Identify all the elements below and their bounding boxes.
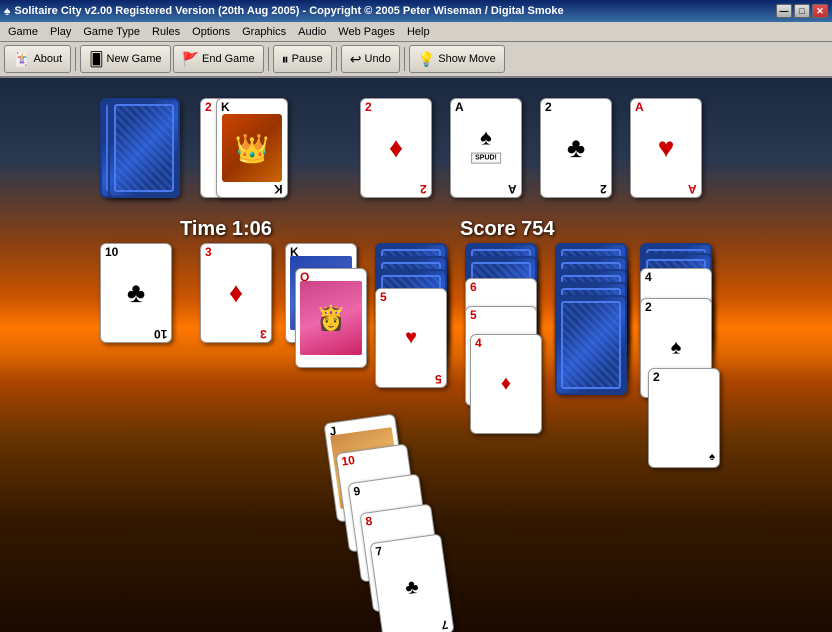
- card-value: K: [221, 101, 230, 113]
- pause-icon: ⏸: [282, 51, 289, 68]
- menu-bar: Game Play Game Type Rules Options Graphi…: [0, 22, 832, 42]
- new-game-label: New Game: [107, 53, 162, 65]
- waste-card-king[interactable]: K 👑 K: [216, 98, 288, 198]
- card-value-bottom: 5: [435, 373, 442, 385]
- card-value: 10: [341, 454, 356, 468]
- toolbar-separator-4: [404, 47, 405, 71]
- toolbar-separator-2: [268, 47, 269, 71]
- toolbar-separator-1: [75, 47, 76, 71]
- card-suit: ♥: [658, 132, 675, 164]
- card-value-bottom: 2: [420, 183, 427, 195]
- card-value-bottom: A: [688, 183, 697, 195]
- toolbar-separator-3: [336, 47, 337, 71]
- new-game-icon: 🂠: [89, 51, 103, 68]
- score-display: Score 754: [460, 218, 555, 241]
- show-move-icon: 💡: [418, 51, 435, 68]
- game-area[interactable]: Time 1:06 Score 754 2 ♥ 2 K 👑 K 2 ♦ 2 A …: [0, 78, 832, 632]
- card-value: 10: [105, 246, 118, 258]
- diagonal-7c[interactable]: 7 ♣ 7: [369, 533, 454, 632]
- card-value-bottom: A: [508, 183, 517, 195]
- menu-graphics[interactable]: Graphics: [236, 22, 292, 41]
- menu-game[interactable]: Game: [2, 22, 44, 41]
- tableau-1-card-1[interactable]: 10 ♣ 10: [100, 243, 172, 343]
- about-button[interactable]: 🃏 About: [4, 45, 71, 73]
- card-value: 4: [645, 271, 652, 283]
- card-value: A: [635, 101, 644, 113]
- card-value: 7: [375, 545, 383, 558]
- menu-audio[interactable]: Audio: [292, 22, 332, 41]
- card-suit: ♣: [127, 277, 145, 309]
- end-game-label: End Game: [202, 53, 255, 65]
- tableau-2-card-1[interactable]: 3 ♦ 3: [200, 243, 272, 343]
- card-value: 5: [380, 291, 387, 303]
- card-value: 6: [470, 281, 477, 293]
- app-icon: ♠: [4, 4, 10, 18]
- card-suit: ♣: [404, 576, 420, 601]
- undo-icon: ↩: [350, 51, 362, 68]
- card-suit: ♦: [501, 373, 511, 396]
- close-button[interactable]: ✕: [812, 4, 828, 18]
- card-value: 4: [475, 337, 482, 349]
- undo-label: Undo: [365, 53, 391, 65]
- tableau-5-card-4d[interactable]: 4 ♦: [470, 334, 542, 434]
- about-label: About: [33, 53, 62, 65]
- card-suit: ♣: [567, 132, 585, 164]
- title-text: Solitaire City v2.00 Registered Version …: [14, 5, 776, 17]
- minimize-button[interactable]: —: [776, 4, 792, 18]
- card-value: 2: [653, 371, 660, 383]
- new-game-button[interactable]: 🂠 New Game: [80, 45, 170, 73]
- show-move-button[interactable]: 💡 Show Move: [409, 45, 505, 73]
- title-bar: ♠ Solitaire City v2.00 Registered Versio…: [0, 0, 832, 22]
- tableau-7-card-2s-2[interactable]: 2 ♠: [648, 368, 720, 468]
- menu-play[interactable]: Play: [44, 22, 77, 41]
- foundation-1[interactable]: 2 ♦ 2: [360, 98, 432, 198]
- menu-web-pages[interactable]: Web Pages: [332, 22, 401, 41]
- maximize-button[interactable]: □: [794, 4, 810, 18]
- about-icon: 🃏: [13, 51, 30, 68]
- window-controls: — □ ✕: [776, 4, 828, 18]
- card-value: 3: [205, 246, 212, 258]
- card-value: 2: [205, 101, 212, 113]
- card-value: 2: [365, 101, 372, 113]
- card-value-bottom: K: [274, 183, 283, 195]
- card-suit: ♦: [229, 277, 243, 309]
- card-suit: ♠: [671, 337, 682, 360]
- foundation-2[interactable]: A ♠ SPUD! A: [450, 98, 522, 198]
- menu-help[interactable]: Help: [401, 22, 436, 41]
- card-value: A: [455, 101, 464, 113]
- card-value: 2: [645, 301, 652, 313]
- undo-button[interactable]: ↩ Undo: [341, 45, 400, 73]
- pause-label: Pause: [292, 53, 323, 65]
- end-game-button[interactable]: 🚩 End Game: [173, 45, 264, 73]
- card-value-bottom: 10: [154, 328, 167, 340]
- card-value: 9: [353, 485, 361, 498]
- card-value-bottom: 3: [260, 328, 267, 340]
- tableau-4-card-face[interactable]: 5 ♥ 5: [375, 288, 447, 388]
- card-value-bottom: 7: [441, 618, 449, 631]
- toolbar: 🃏 About 🂠 New Game 🚩 End Game ⏸ Pause ↩ …: [0, 42, 832, 78]
- stock-pile-2[interactable]: [108, 98, 180, 198]
- pause-button[interactable]: ⏸ Pause: [273, 45, 332, 73]
- end-game-icon: 🚩: [182, 51, 199, 68]
- tableau-6-back-5[interactable]: [555, 295, 627, 395]
- menu-options[interactable]: Options: [186, 22, 236, 41]
- show-move-label: Show Move: [438, 53, 495, 65]
- time-display: Time 1:06: [180, 218, 272, 241]
- menu-rules[interactable]: Rules: [146, 22, 186, 41]
- card-value: 8: [365, 515, 373, 528]
- card-value: 5: [470, 309, 477, 321]
- card-value-bottom: 2: [600, 183, 607, 195]
- card-suit: ♦: [389, 132, 403, 164]
- menu-game-type[interactable]: Game Type: [77, 22, 146, 41]
- card-suit: ♥: [405, 327, 417, 350]
- tableau-3-card-2[interactable]: Q 👸: [295, 268, 367, 368]
- card-value: 2: [545, 101, 552, 113]
- foundation-4[interactable]: A ♥ A: [630, 98, 702, 198]
- foundation-3[interactable]: 2 ♣ 2: [540, 98, 612, 198]
